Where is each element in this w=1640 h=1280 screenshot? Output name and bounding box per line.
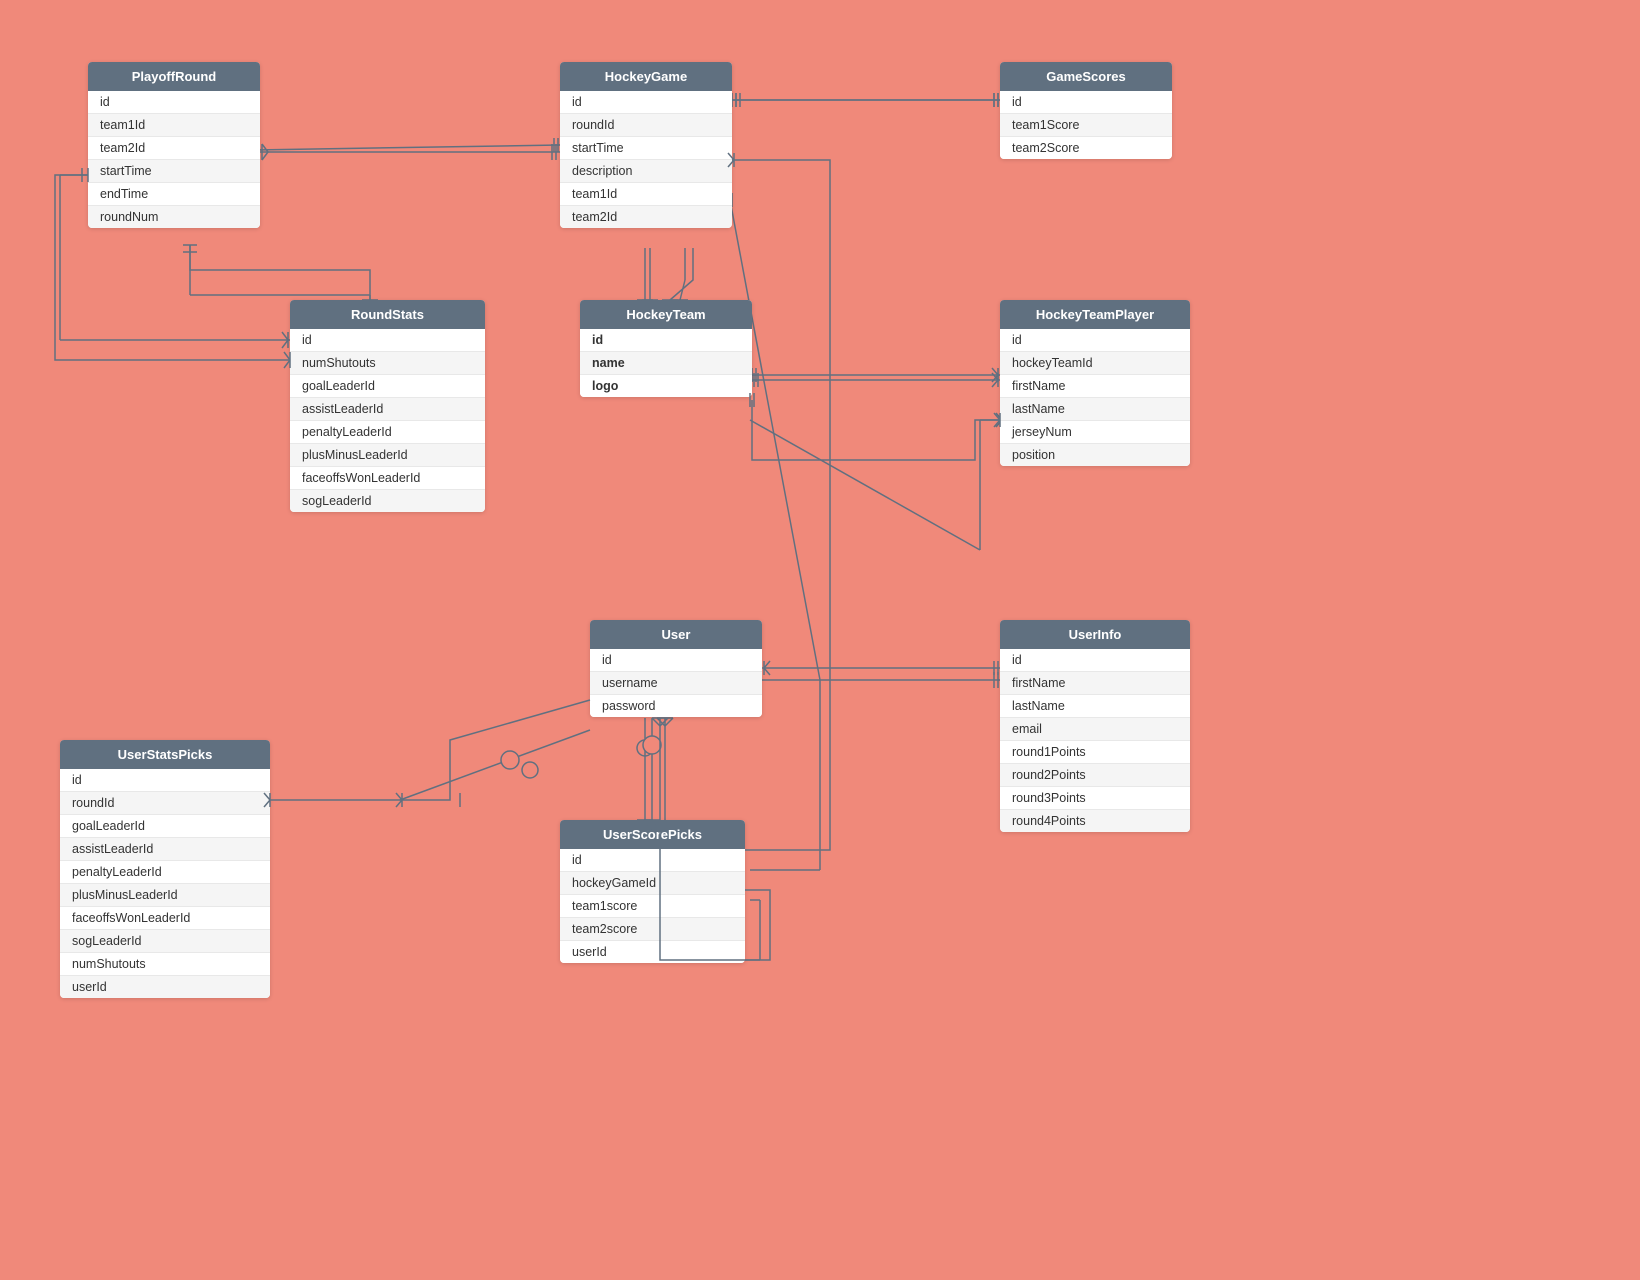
field-rs-faceoffswonleaderid: faceoffsWonLeaderId [290, 467, 485, 490]
table-header-game-scores: GameScores [1000, 62, 1172, 91]
table-header-playoff-round: PlayoffRound [88, 62, 260, 91]
field-usp-faceoffswonleaderid: faceoffsWonLeaderId [60, 907, 270, 930]
table-hockey-game: HockeyGame id roundId startTime descript… [560, 62, 732, 228]
field-usp-id: id [60, 769, 270, 792]
field-ui-round1points: round1Points [1000, 741, 1190, 764]
field-usp-goalleaderid: goalLeaderId [60, 815, 270, 838]
field-rs-id: id [290, 329, 485, 352]
field-rs-penaltyleaderid: penaltyLeaderId [290, 421, 485, 444]
field-ht-id: id [580, 329, 752, 352]
table-header-user-score-picks: UserScorePicks [560, 820, 745, 849]
field-gs-team1score: team1Score [1000, 114, 1172, 137]
table-header-hockey-game: HockeyGame [560, 62, 732, 91]
field-htp-position: position [1000, 444, 1190, 466]
table-header-user-stats-picks: UserStatsPicks [60, 740, 270, 769]
field-playoff-endtime: endTime [88, 183, 260, 206]
field-game-id: id [560, 91, 732, 114]
field-htp-lastname: lastName [1000, 398, 1190, 421]
field-playoff-team1id: team1Id [88, 114, 260, 137]
table-hockey-team: HockeyTeam id name logo [580, 300, 752, 397]
table-game-scores: GameScores id team1Score team2Score [1000, 62, 1172, 159]
field-usp-roundid: roundId [60, 792, 270, 815]
field-htp-firstname: firstName [1000, 375, 1190, 398]
field-htp-hockeyteamid: hockeyTeamId [1000, 352, 1190, 375]
field-usp-penaltyleaderid: penaltyLeaderId [60, 861, 270, 884]
field-playoff-team2id: team2Id [88, 137, 260, 160]
field-ui-id: id [1000, 649, 1190, 672]
table-user: User id username password [590, 620, 762, 717]
table-hockey-team-player: HockeyTeamPlayer id hockeyTeamId firstNa… [1000, 300, 1190, 466]
field-rs-assistleaderid: assistLeaderId [290, 398, 485, 421]
table-user-stats-picks: UserStatsPicks id roundId goalLeaderId a… [60, 740, 270, 998]
table-header-user-info: UserInfo [1000, 620, 1190, 649]
field-gs-id: id [1000, 91, 1172, 114]
table-header-hockey-team-player: HockeyTeamPlayer [1000, 300, 1190, 329]
field-game-team2id: team2Id [560, 206, 732, 228]
field-ui-round4points: round4Points [1000, 810, 1190, 832]
field-ui-lastname: lastName [1000, 695, 1190, 718]
field-gs-team2score: team2Score [1000, 137, 1172, 159]
field-rs-goalleaderid: goalLeaderId [290, 375, 485, 398]
table-user-info: UserInfo id firstName lastName email rou… [1000, 620, 1190, 832]
field-usp-sogleaderid: sogLeaderId [60, 930, 270, 953]
field-uscpk-team1score: team1score [560, 895, 745, 918]
field-user-password: password [590, 695, 762, 717]
field-rs-plusminusleaderid: plusMinusLeaderId [290, 444, 485, 467]
field-rs-sogleaderid: sogLeaderId [290, 490, 485, 512]
field-htp-id: id [1000, 329, 1190, 352]
field-game-team1id: team1Id [560, 183, 732, 206]
field-user-username: username [590, 672, 762, 695]
field-ui-round2points: round2Points [1000, 764, 1190, 787]
field-uscpk-id: id [560, 849, 745, 872]
field-playoff-id: id [88, 91, 260, 114]
field-rs-numshutouts: numShutouts [290, 352, 485, 375]
field-ht-logo: logo [580, 375, 752, 397]
table-header-hockey-team: HockeyTeam [580, 300, 752, 329]
field-ui-firstname: firstName [1000, 672, 1190, 695]
table-header-user: User [590, 620, 762, 649]
field-ui-email: email [1000, 718, 1190, 741]
field-usp-numshutouts: numShutouts [60, 953, 270, 976]
field-uscpk-hockeygameid: hockeyGameId [560, 872, 745, 895]
table-round-stats: RoundStats id numShutouts goalLeaderId a… [290, 300, 485, 512]
table-playoff-round: PlayoffRound id team1Id team2Id startTim… [88, 62, 260, 228]
field-uscpk-team2score: team2score [560, 918, 745, 941]
field-game-roundid: roundId [560, 114, 732, 137]
table-header-round-stats: RoundStats [290, 300, 485, 329]
field-ui-round3points: round3Points [1000, 787, 1190, 810]
field-user-id: id [590, 649, 762, 672]
field-uscpk-userid: userId [560, 941, 745, 963]
field-playoff-roundnum: roundNum [88, 206, 260, 228]
field-playoff-starttime: startTime [88, 160, 260, 183]
field-game-starttime: startTime [560, 137, 732, 160]
field-game-description: description [560, 160, 732, 183]
table-user-score-picks: UserScorePicks id hockeyGameId team1scor… [560, 820, 745, 963]
field-usp-userid: userId [60, 976, 270, 998]
field-ht-name: name [580, 352, 752, 375]
diagram-canvas: PlayoffRound id team1Id team2Id startTim… [0, 0, 1640, 1280]
field-usp-assistleaderid: assistLeaderId [60, 838, 270, 861]
field-htp-jerseynum: jerseyNum [1000, 421, 1190, 444]
field-usp-plusminusleaderid: plusMinusLeaderId [60, 884, 270, 907]
